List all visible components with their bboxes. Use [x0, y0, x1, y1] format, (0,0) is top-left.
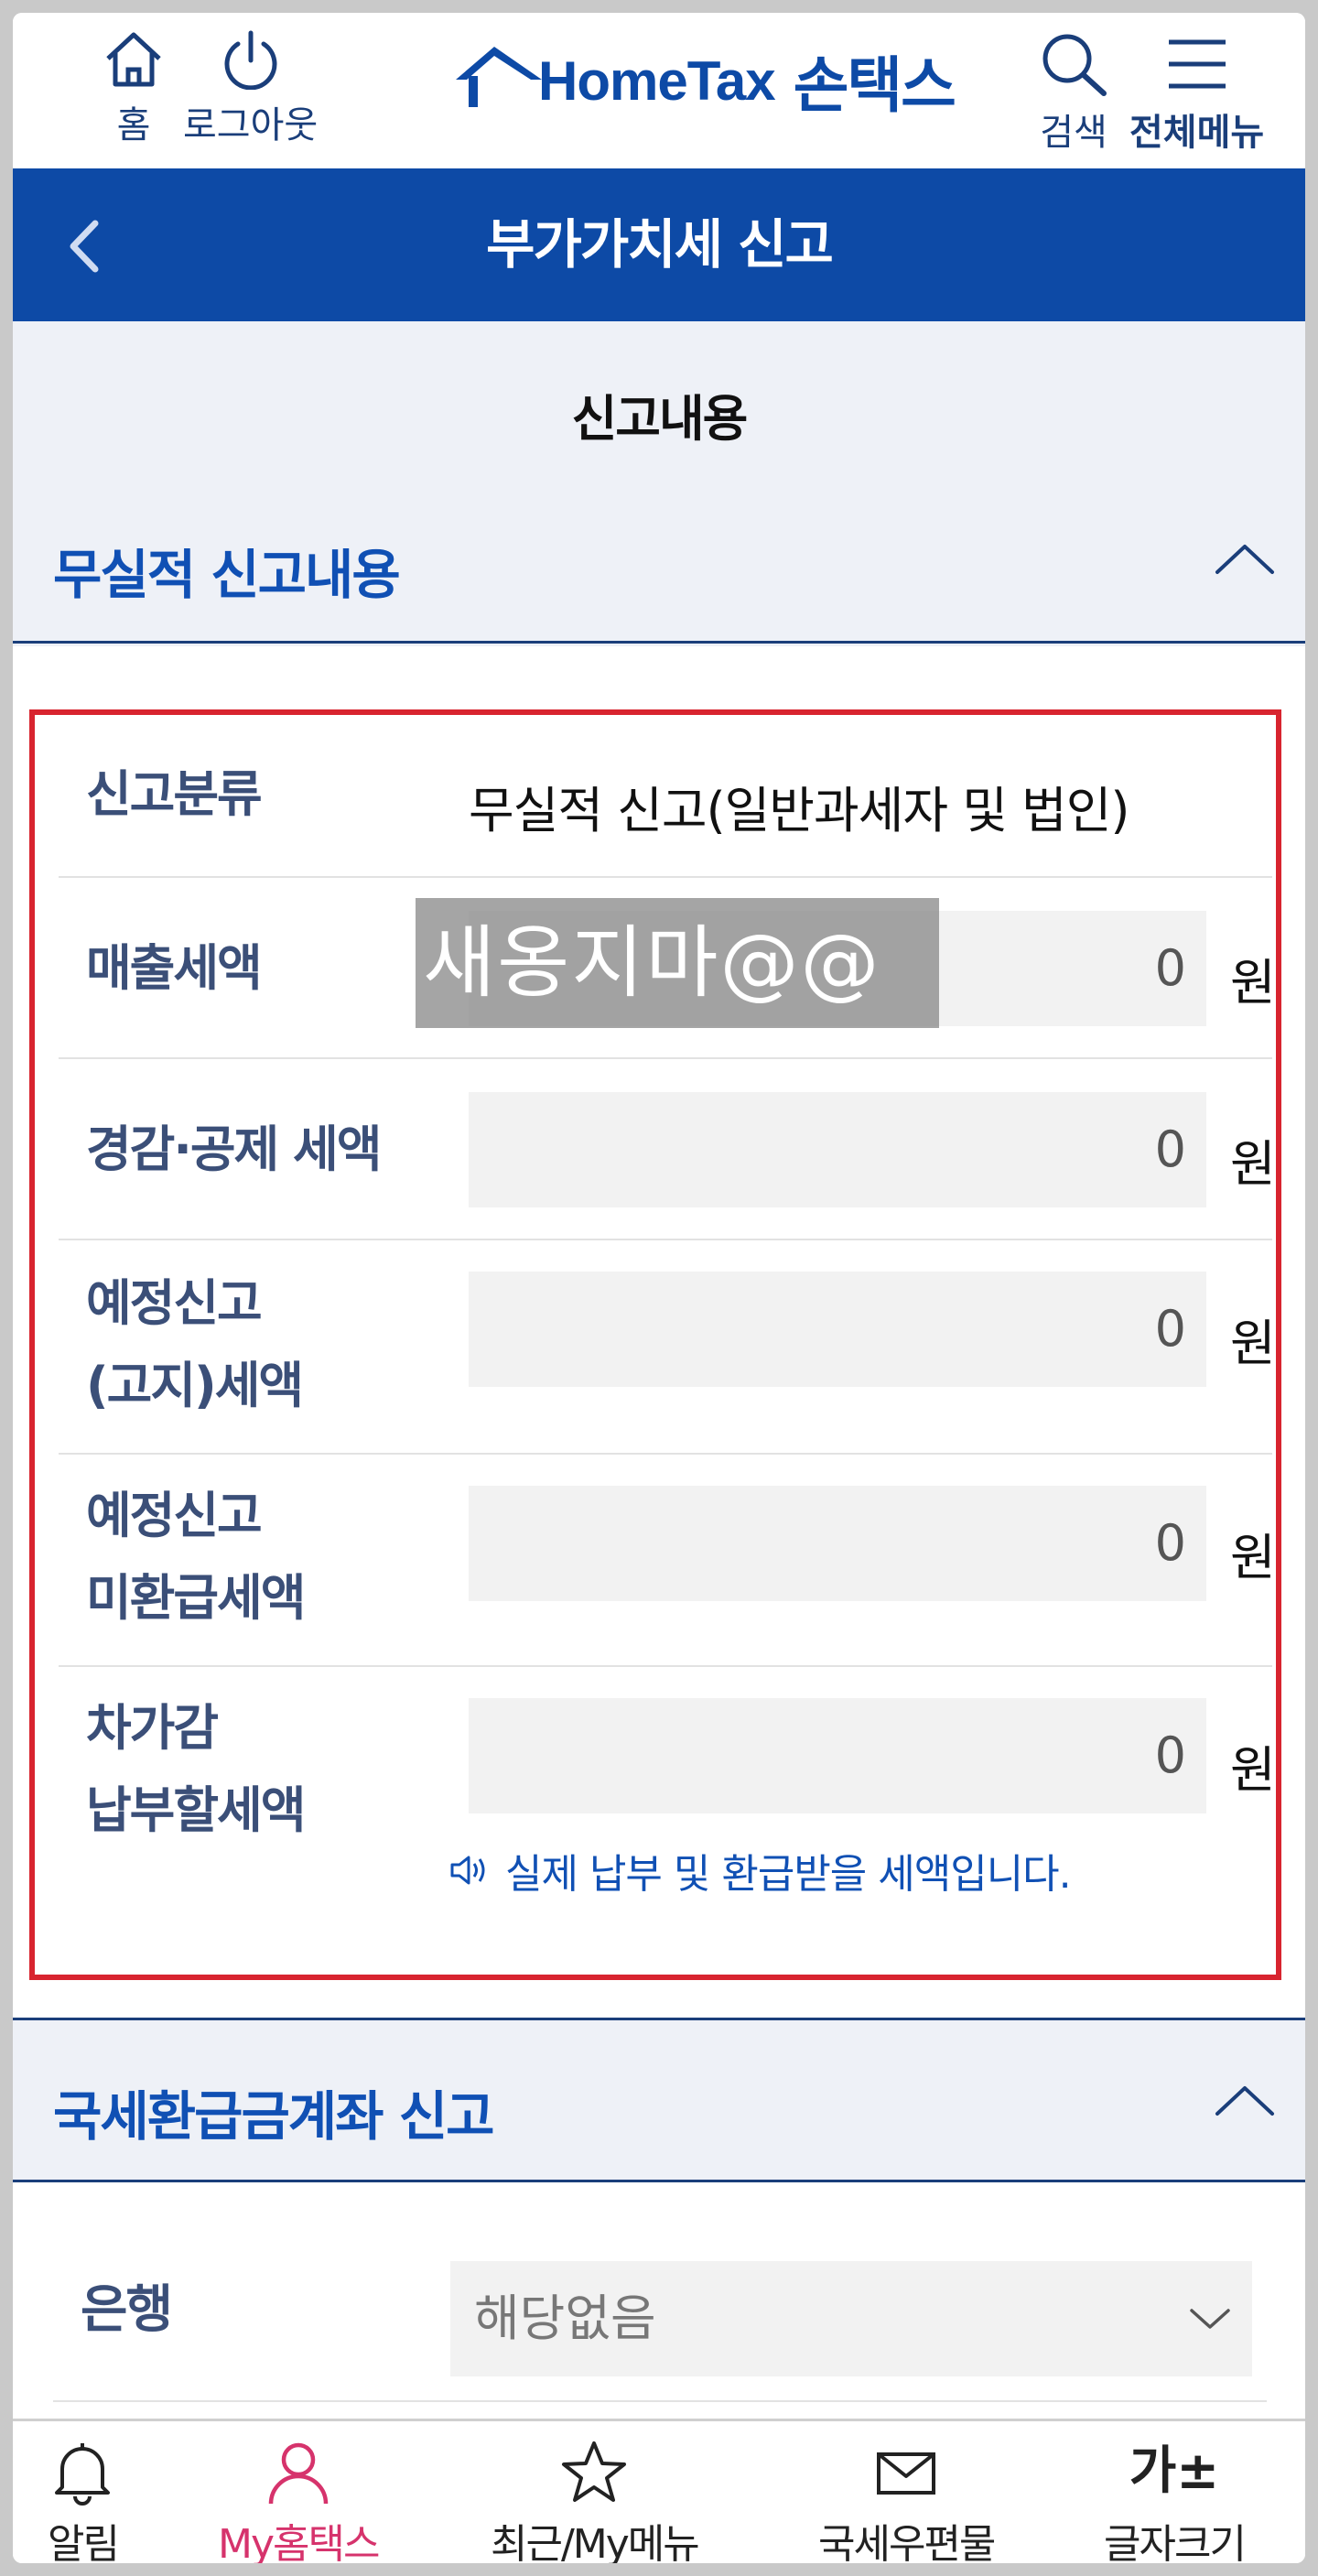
- prelim-notified-value: 0: [1154, 1300, 1186, 1358]
- full-menu-button[interactable]: 전체메뉴: [1129, 29, 1264, 156]
- chevron-up-icon: [1215, 2086, 1274, 2116]
- search-label: 검색: [1040, 112, 1107, 154]
- home-icon: [106, 32, 161, 87]
- deduction-row: 경감·공제 세액 0 원: [59, 1059, 1276, 1240]
- deduction-label: 경감·공제 세액: [86, 1120, 382, 1178]
- prelim-unrefunded-row: 예정신고 미환급세액 0 원: [59, 1455, 1276, 1667]
- full-menu-label: 전체메뉴: [1129, 112, 1265, 154]
- prelim-notified-input[interactable]: 0: [469, 1272, 1206, 1387]
- nav-my-hometax-label: My홈택스: [218, 2521, 380, 2563]
- envelope-icon: [877, 2452, 936, 2495]
- payable-note: 실제 납부 및 환급받을 세액입니다.: [448, 1841, 1072, 1900]
- payable-label-line1: 차가감: [86, 1699, 219, 1757]
- sales-tax-label: 매출세액: [86, 939, 263, 997]
- currency-unit: 원: [1230, 1741, 1276, 1799]
- nav-tax-mail-label: 국세우편물: [818, 2521, 996, 2563]
- chevron-up-icon: [1215, 545, 1274, 574]
- prelim-notified-label-line1: 예정신고: [86, 1274, 263, 1332]
- app-frame: 홈 로그아웃 HomeTax 손택스 검색 전체메뉴 부가가치세 신고 신고내용…: [13, 13, 1305, 2563]
- payable-value: 0: [1154, 1726, 1186, 1784]
- prelim-notified-label-line2: (고지)세액: [86, 1357, 304, 1414]
- page-title: 부가가치세 신고: [486, 213, 834, 276]
- nav-font-size-label: 글자크기: [1104, 2521, 1247, 2563]
- currency-unit: 원: [1230, 1315, 1276, 1372]
- nav-alarm[interactable]: 알림: [48, 2438, 120, 2563]
- nil-report-section-header[interactable]: 무실적 신고내용: [13, 479, 1305, 644]
- logout-label: 로그아웃: [183, 104, 319, 146]
- house-roof-icon: [456, 47, 542, 107]
- hometax-logo[interactable]: HomeTax 손택스: [452, 37, 956, 124]
- nav-recent-my-menu-label: 최근/My메뉴: [491, 2521, 700, 2563]
- person-icon: [268, 2442, 328, 2505]
- back-button[interactable]: [53, 214, 117, 278]
- title-bar: 부가가치세 신고: [13, 168, 1305, 321]
- prelim-unrefunded-label-line1: 예정신고: [86, 1487, 263, 1544]
- speaker-icon: [450, 1856, 485, 1885]
- classification-value: 무실적 신고(일반과세자 및 법인): [469, 782, 1129, 839]
- nav-alarm-label: 알림: [48, 2521, 120, 2563]
- classification-row: 신고분류 무실적 신고(일반과세자 및 법인): [59, 715, 1272, 878]
- nav-my-hometax[interactable]: My홈택스: [218, 2438, 380, 2563]
- deduction-input[interactable]: 0: [469, 1092, 1206, 1207]
- prelim-notified-row: 예정신고 (고지)세액 0 원: [59, 1240, 1276, 1455]
- prelim-unrefunded-value: 0: [1154, 1514, 1186, 1572]
- currency-unit: 원: [1230, 1529, 1276, 1586]
- content-title: 신고내용: [571, 390, 749, 448]
- payable-row: 차가감 납부할세액 0 원: [59, 1667, 1276, 1942]
- payable-label-line2: 납부할세액: [86, 1781, 306, 1839]
- search-button[interactable]: 검색: [1036, 29, 1111, 156]
- logo-text-en: HomeTax: [538, 49, 776, 112]
- bank-select[interactable]: 해당없음: [450, 2261, 1252, 2376]
- home-label: 홈: [116, 104, 151, 146]
- bell-icon: [55, 2443, 111, 2506]
- nav-font-size[interactable]: 가± 글자크기: [1104, 2438, 1247, 2563]
- payable-note-text: 실제 납부 및 환급받을 세액입니다.: [505, 1851, 1072, 1898]
- star-icon: [562, 2441, 627, 2502]
- currency-unit: 원: [1230, 954, 1276, 1012]
- power-icon: [224, 30, 277, 90]
- logo-text-ko: 손택스: [793, 50, 956, 121]
- home-button[interactable]: 홈: [101, 29, 167, 148]
- nav-tax-mail[interactable]: 국세우편물: [818, 2438, 996, 2563]
- deduction-value: 0: [1154, 1120, 1186, 1178]
- search-icon: [1043, 34, 1107, 96]
- logout-button[interactable]: 로그아웃: [183, 29, 318, 148]
- nil-report-section-title: 무실적 신고내용: [53, 544, 401, 606]
- chevron-down-icon: [1190, 2309, 1230, 2329]
- bank-row: 은행 해당없음: [53, 2228, 1267, 2402]
- refund-account-section-title: 국세환급금계좌 신고: [53, 2085, 494, 2148]
- nav-recent-my-menu[interactable]: 최근/My메뉴: [491, 2438, 700, 2563]
- font-size-icon: 가±: [1129, 2441, 1220, 2501]
- chevron-left-icon: [70, 220, 99, 273]
- content-header: 신고내용 무실적 신고내용: [13, 321, 1305, 646]
- refund-account-section-header[interactable]: 국세환급금계좌 신고: [13, 2018, 1305, 2182]
- top-bar: 홈 로그아웃 HomeTax 손택스 검색 전체메뉴: [13, 13, 1305, 168]
- watermark-overlay: 새옹지마@@: [416, 898, 939, 1028]
- currency-unit: 원: [1230, 1135, 1276, 1193]
- prelim-unrefunded-input[interactable]: 0: [469, 1486, 1206, 1601]
- bank-select-value: 해당없음: [474, 2289, 656, 2347]
- payable-input[interactable]: 0: [469, 1698, 1206, 1813]
- nil-report-details: 신고분류 무실적 신고(일반과세자 및 법인) 매출세액 0 원 경감·공제 세…: [29, 709, 1281, 1980]
- hamburger-icon: [1168, 39, 1226, 89]
- bank-label: 은행: [81, 2280, 173, 2340]
- bottom-nav: 알림 My홈택스 최근/My메뉴 국세우편물 가± 글자크기: [13, 2419, 1305, 2563]
- classification-label: 신고분류: [86, 765, 263, 823]
- sales-tax-value: 0: [1154, 939, 1186, 997]
- prelim-unrefunded-label-line2: 미환급세액: [86, 1569, 306, 1627]
